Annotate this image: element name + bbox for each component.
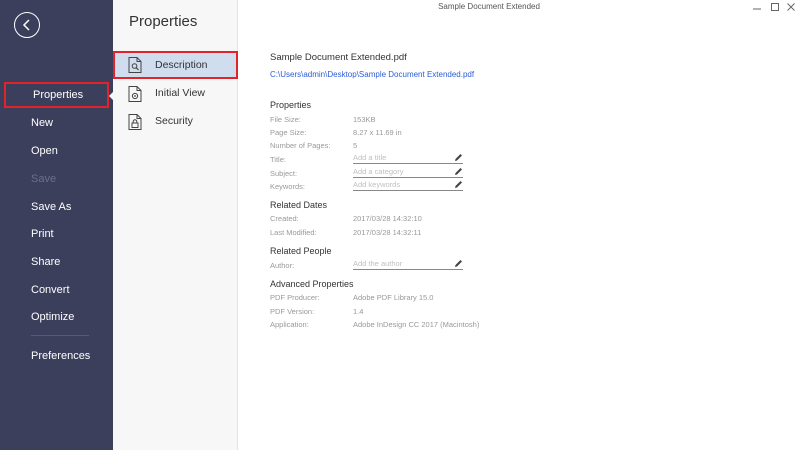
created-label: Created: bbox=[270, 214, 299, 223]
application-value: Adobe InDesign CC 2017 (Macintosh) bbox=[353, 320, 480, 329]
subnav-item-description[interactable]: Description bbox=[113, 51, 238, 79]
pencil-edit-icon[interactable] bbox=[454, 259, 463, 268]
nav-divider bbox=[31, 335, 89, 336]
pdf-version-value: 1.4 bbox=[353, 307, 364, 316]
back-arrow-circle-icon[interactable] bbox=[14, 12, 40, 38]
panel-title: Properties bbox=[129, 13, 198, 30]
subject-field[interactable] bbox=[353, 166, 463, 178]
pages-value: 5 bbox=[353, 141, 358, 150]
nav-item-properties[interactable]: Properties bbox=[4, 82, 109, 108]
modified-value: 2017/03/28 14:32:11 bbox=[353, 228, 422, 237]
nav-item-share[interactable]: Share bbox=[0, 249, 113, 275]
pencil-edit-icon[interactable] bbox=[454, 180, 463, 189]
left-nav: Properties New Open Save Save As Print S… bbox=[0, 0, 114, 450]
author-label: Author: bbox=[270, 261, 295, 270]
subnav-item-initial-view[interactable]: Initial View bbox=[113, 79, 238, 107]
title-input[interactable] bbox=[353, 152, 453, 163]
subnav-item-security[interactable]: Security bbox=[113, 107, 238, 135]
section-heading-related-dates: Related Dates bbox=[270, 200, 328, 210]
page-size-label: Page Size: bbox=[270, 128, 307, 137]
document-view-icon bbox=[128, 85, 142, 102]
subnav-label: Description bbox=[155, 59, 208, 71]
keywords-label: Keywords: bbox=[270, 182, 306, 191]
keywords-input[interactable] bbox=[353, 179, 453, 190]
nav-item-save: Save bbox=[31, 173, 57, 185]
author-field[interactable] bbox=[353, 258, 463, 270]
nav-item-preferences[interactable]: Preferences bbox=[0, 343, 113, 369]
pdf-producer-label: PDF Producer: bbox=[270, 293, 320, 302]
section-heading-properties: Properties bbox=[270, 100, 312, 110]
pencil-edit-icon[interactable] bbox=[454, 153, 463, 162]
document-path-link[interactable]: C:\Users\admin\Desktop\Sample Document E… bbox=[270, 70, 474, 79]
page-size-value: 8.27 x 11.69 in bbox=[353, 128, 402, 137]
application-label: Application: bbox=[270, 320, 309, 329]
description-content: Sample Document Extended.pdf C:\Users\ad… bbox=[238, 0, 800, 450]
nav-item-open[interactable]: Open bbox=[0, 138, 113, 164]
subnav-label: Security bbox=[155, 115, 193, 127]
document-search-icon bbox=[128, 57, 142, 73]
section-heading-related-people: Related People bbox=[270, 246, 332, 256]
subject-label: Subject: bbox=[270, 169, 298, 178]
document-name: Sample Document Extended.pdf bbox=[270, 52, 407, 63]
pdf-version-label: PDF Version: bbox=[270, 307, 315, 316]
subject-input[interactable] bbox=[353, 166, 453, 177]
created-value: 2017/03/28 14:32:10 bbox=[353, 214, 422, 223]
properties-subnav: Properties Description Initial View Secu… bbox=[113, 0, 238, 450]
nav-item-save-as[interactable]: Save As bbox=[0, 194, 113, 220]
nav-item-convert[interactable]: Convert bbox=[0, 277, 113, 303]
nav-item-optimize[interactable]: Optimize bbox=[0, 304, 113, 330]
nav-item-print[interactable]: Print bbox=[0, 221, 113, 247]
pages-label: Number of Pages: bbox=[270, 141, 331, 150]
nav-item-new[interactable]: New bbox=[0, 110, 113, 136]
file-size-label: File Size: bbox=[270, 115, 301, 124]
section-heading-advanced-properties: Advanced Properties bbox=[270, 279, 354, 289]
pdf-producer-value: Adobe PDF Library 15.0 bbox=[353, 293, 434, 302]
modified-label: Last Modified: bbox=[270, 228, 317, 237]
title-field[interactable] bbox=[353, 152, 463, 164]
document-lock-icon bbox=[128, 113, 142, 130]
subnav-label: Initial View bbox=[155, 87, 205, 99]
keywords-field[interactable] bbox=[353, 179, 463, 191]
author-input[interactable] bbox=[353, 258, 453, 269]
pencil-edit-icon[interactable] bbox=[454, 167, 463, 176]
file-size-value: 153KB bbox=[353, 115, 376, 124]
title-label: Title: bbox=[270, 155, 286, 164]
